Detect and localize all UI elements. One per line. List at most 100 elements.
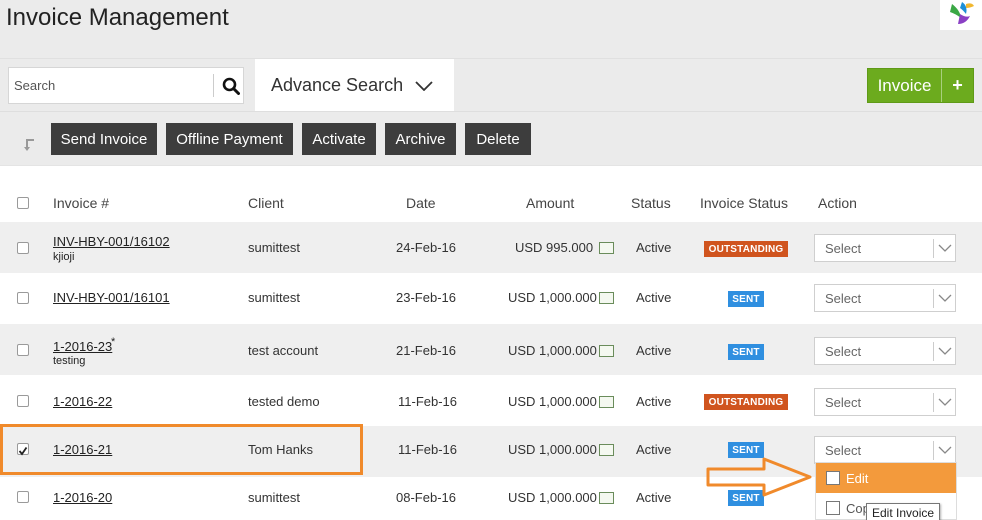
return-arrow-icon bbox=[22, 138, 36, 155]
payment-details-icon[interactable] bbox=[599, 492, 614, 504]
row-marker: * bbox=[111, 336, 116, 348]
client-name: tested demo bbox=[248, 394, 320, 409]
row-checkbox[interactable] bbox=[17, 242, 29, 254]
plus-icon: + bbox=[952, 75, 963, 95]
row-checkbox[interactable] bbox=[17, 395, 29, 407]
menu-item-edit[interactable]: Edit bbox=[816, 463, 956, 493]
client-name: sumittest bbox=[248, 290, 301, 305]
chevron-down-icon bbox=[937, 240, 953, 259]
invoice-amount: USD 1,000.000 bbox=[508, 290, 597, 305]
invoice-date: 21-Feb-16 bbox=[396, 343, 456, 358]
search-icon bbox=[222, 77, 240, 95]
payment-details-icon[interactable] bbox=[599, 345, 614, 357]
tooltip: Edit Invoice bbox=[866, 503, 941, 520]
invoice-subtext: kjioji bbox=[53, 251, 75, 263]
copy-icon bbox=[826, 501, 840, 515]
invoice-date: 11-Feb-16 bbox=[398, 394, 458, 409]
header-invoice-status: Invoice Status bbox=[700, 195, 788, 211]
invoice-amount: USD 1,000.000 bbox=[508, 343, 597, 358]
advance-search-label: Advance Search bbox=[271, 75, 404, 95]
table-row: 1-2016-22 tested demo 11-Feb-16 USD 1,00… bbox=[0, 375, 982, 426]
action-select-open[interactable]: Select bbox=[814, 436, 956, 464]
invoice-amount: USD 1,000.000 bbox=[508, 394, 597, 409]
row-status: Active bbox=[636, 394, 672, 409]
header-date: Date bbox=[406, 195, 436, 211]
invoice-link[interactable]: INV-HBY-001/16101 bbox=[53, 290, 170, 305]
payment-details-icon[interactable] bbox=[599, 292, 614, 304]
row-status: Active bbox=[636, 442, 672, 457]
action-select[interactable]: Select bbox=[814, 234, 956, 262]
select-value: Select bbox=[825, 395, 862, 410]
archive-button[interactable]: Archive bbox=[385, 123, 456, 155]
invoice-date: 23-Feb-16 bbox=[396, 290, 456, 305]
select-all-checkbox[interactable] bbox=[17, 197, 29, 209]
row-checkbox[interactable] bbox=[17, 292, 29, 304]
client-name: test account bbox=[248, 343, 319, 358]
menu-item-label: Edit bbox=[846, 470, 869, 486]
send-invoice-button[interactable]: Send Invoice bbox=[51, 123, 157, 155]
row-status: Active bbox=[636, 343, 672, 358]
invoice-link[interactable]: 1-2016-22 bbox=[53, 394, 112, 409]
select-value: Select bbox=[825, 344, 862, 359]
header-amount: Amount bbox=[526, 195, 575, 211]
row-checkbox[interactable] bbox=[17, 344, 29, 356]
header-status: Status bbox=[631, 195, 671, 211]
client-name: sumittest bbox=[248, 240, 301, 255]
invoice-link[interactable]: 1-2016-23 bbox=[53, 339, 112, 354]
search-button[interactable] bbox=[217, 68, 244, 103]
payment-details-icon[interactable] bbox=[599, 396, 614, 408]
table-row: 1-2016-23 * testing test account 21-Feb-… bbox=[0, 324, 982, 375]
app-logo bbox=[940, 0, 982, 30]
invoice-subtext: testing bbox=[53, 355, 86, 367]
status-badge: OUTSTANDING bbox=[704, 394, 788, 410]
status-badge: SENT bbox=[728, 442, 764, 458]
chevron-down-icon bbox=[937, 290, 953, 309]
invoice-date: 24-Feb-16 bbox=[396, 240, 456, 255]
invoice-link[interactable]: 1-2016-20 bbox=[53, 490, 112, 505]
advance-search-toggle[interactable]: Advance Search bbox=[255, 59, 454, 112]
search-input[interactable] bbox=[9, 68, 213, 103]
invoice-link[interactable]: INV-HBY-001/16102 bbox=[53, 234, 170, 249]
status-badge: SENT bbox=[728, 344, 764, 360]
row-status: Active bbox=[636, 290, 672, 305]
invoice-amount: USD 1,000.000 bbox=[508, 490, 597, 505]
row-status: Active bbox=[636, 490, 672, 505]
action-select[interactable]: Select bbox=[814, 388, 956, 416]
status-badge: SENT bbox=[728, 291, 764, 307]
chevron-down-icon bbox=[937, 343, 953, 362]
payment-details-icon[interactable] bbox=[599, 444, 614, 456]
invoice-button-label: Invoice bbox=[868, 69, 942, 102]
row-checkbox[interactable] bbox=[17, 491, 29, 503]
select-value: Select bbox=[825, 291, 862, 306]
offline-payment-button[interactable]: Offline Payment bbox=[166, 123, 293, 155]
status-badge: OUTSTANDING bbox=[704, 241, 788, 257]
activate-button[interactable]: Activate bbox=[302, 123, 376, 155]
action-select[interactable]: Select bbox=[814, 284, 956, 312]
action-select[interactable]: Select bbox=[814, 337, 956, 365]
header-action: Action bbox=[818, 195, 857, 211]
chevron-down-icon bbox=[415, 80, 433, 91]
chevron-down-icon bbox=[937, 394, 953, 413]
add-invoice-button[interactable]: Invoice + bbox=[867, 68, 974, 103]
search-box bbox=[8, 67, 244, 104]
invoice-date: 11-Feb-16 bbox=[398, 442, 458, 457]
bulk-actions-bar: Send Invoice Offline Payment Activate Ar… bbox=[0, 111, 982, 165]
chevron-down-icon bbox=[937, 442, 953, 461]
row-status: Active bbox=[636, 240, 672, 255]
select-value: Select bbox=[825, 241, 862, 256]
edit-icon bbox=[826, 471, 840, 485]
table-row: INV-HBY-001/16101 sumittest 23-Feb-16 US… bbox=[0, 273, 982, 324]
select-value: Select bbox=[825, 443, 862, 458]
client-name: sumittest bbox=[248, 490, 301, 505]
table-row: INV-HBY-001/16102 kjioji sumittest 24-Fe… bbox=[0, 222, 982, 273]
highlight-annotation bbox=[0, 424, 363, 475]
search-divider bbox=[213, 74, 214, 97]
payment-details-icon[interactable] bbox=[599, 242, 614, 254]
page-title: Invoice Management bbox=[6, 4, 229, 31]
invoice-amount: USD 1,000.000 bbox=[508, 442, 597, 457]
header-invoice: Invoice # bbox=[53, 195, 110, 211]
delete-button[interactable]: Delete bbox=[465, 123, 531, 155]
header-client: Client bbox=[248, 195, 284, 211]
invoice-amount: USD 995.000 bbox=[515, 240, 594, 255]
bird-logo-icon bbox=[950, 2, 974, 24]
